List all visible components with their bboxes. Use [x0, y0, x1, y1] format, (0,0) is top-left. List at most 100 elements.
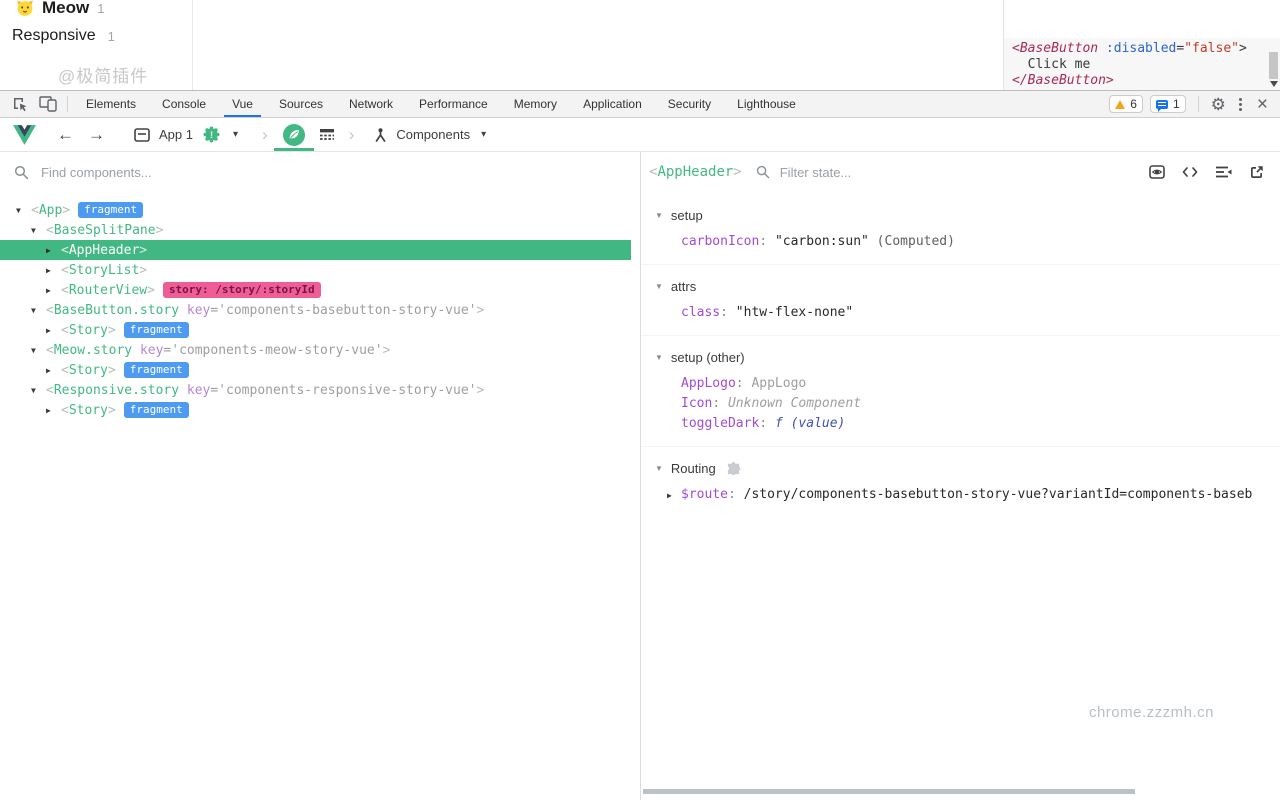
state-field[interactable]: class: "htw-flex-none": [667, 303, 1280, 323]
section-label: setup (other): [671, 350, 745, 365]
section-header[interactable]: ▼ setup (other): [641, 346, 1280, 368]
more-menu-icon[interactable]: [1233, 98, 1248, 111]
meow-label: Meow: [42, 0, 89, 18]
pink-badge: story: /story/:storyId: [163, 282, 321, 298]
space: [132, 343, 140, 358]
app-selector-label[interactable]: App 1: [159, 127, 193, 142]
devtools-tab-network[interactable]: Network: [336, 91, 406, 117]
tree-row[interactable]: ▶<AppHeader>: [0, 240, 631, 260]
tree-row[interactable]: ▼<App>fragment: [0, 200, 631, 220]
sidebar-item-responsive[interactable]: Responsive 1: [12, 27, 115, 45]
code-scrollbar-thumb[interactable]: [1269, 52, 1278, 79]
issues-badge[interactable]: 1: [1150, 95, 1186, 113]
close-bracket: >: [147, 283, 155, 298]
find-components-input[interactable]: [39, 164, 463, 181]
component-tag: RouterView: [69, 283, 147, 298]
tree-row[interactable]: ▼<BaseButton.story key='components-baseb…: [0, 300, 631, 320]
state-field[interactable]: toggleDark: f (value): [667, 414, 1280, 434]
app-frame-icon[interactable]: [134, 128, 150, 142]
devtools-tab-vue[interactable]: Vue: [219, 91, 266, 117]
component-tree-panel: ▼<App>fragment▼<BaseSplitPane>▶<AppHeade…: [0, 152, 640, 800]
section-header[interactable]: ▼Routing: [641, 457, 1280, 479]
devtools-tab-sources[interactable]: Sources: [266, 91, 336, 117]
devtools-tab-elements[interactable]: Elements: [73, 91, 149, 117]
sidebar-item-meow[interactable]: Meow 1: [16, 0, 104, 18]
expanded-arrow-icon: ▼: [655, 353, 663, 362]
page-watermark: @极简插件: [58, 62, 148, 87]
page-divider: [192, 0, 193, 90]
vue-logo: [13, 125, 36, 145]
state-field[interactable]: AppLogo: AppLogo: [667, 374, 1280, 394]
devtools-tab-application[interactable]: Application: [570, 91, 655, 117]
open-bracket: <: [61, 323, 69, 338]
field-key: AppLogo: [681, 376, 736, 391]
field-key: toggleDark: [681, 416, 759, 431]
inspect-dom-icon[interactable]: [1182, 165, 1198, 179]
component-tag: App: [39, 203, 62, 218]
components-inspector-tab[interactable]: [274, 118, 314, 151]
field-colon: :: [736, 376, 752, 391]
search-icon: [14, 165, 29, 180]
back-arrow-icon[interactable]: ←: [57, 126, 74, 143]
devtools-tab-console[interactable]: Console: [149, 91, 219, 117]
inspector-dropdown-caret-icon[interactable]: ▾: [481, 129, 486, 140]
expanded-arrow-icon: ▼: [31, 386, 46, 395]
devtools-tab-performance[interactable]: Performance: [406, 91, 501, 117]
tree-row[interactable]: ▼<BaseSplitPane>: [0, 220, 631, 240]
component-tag: Story: [69, 403, 108, 418]
field-value: "carbon:sun": [775, 234, 869, 249]
component-tag: BaseSplitPane: [54, 223, 156, 238]
settings-gear-icon[interactable]: ⚙: [1211, 96, 1226, 113]
code-scroll-down-icon[interactable]: [1270, 81, 1278, 87]
devtools-tab-security[interactable]: Security: [655, 91, 724, 117]
expanded-arrow-icon: ▼: [655, 282, 663, 291]
timeline-icon[interactable]: [319, 128, 335, 141]
field-key: Icon: [681, 396, 712, 411]
tree-row[interactable]: ▼<Meow.story key='components-meow-story-…: [0, 340, 631, 360]
devtools-tab-memory[interactable]: Memory: [501, 91, 570, 117]
open-bracket: <: [46, 223, 54, 238]
close-icon[interactable]: ×: [1255, 95, 1270, 114]
inspect-element-icon[interactable]: [6, 92, 34, 116]
attr-value: 'components-meow-story-vue': [171, 343, 382, 358]
horizontal-scrollbar-thumb[interactable]: [643, 789, 1135, 794]
state-field[interactable]: ▶$route: /story/components-basebutton-st…: [667, 485, 1280, 505]
tree-row[interactable]: ▶<Story>fragment: [0, 320, 631, 340]
section-header[interactable]: ▼setup: [641, 204, 1280, 226]
state-field[interactable]: Icon: Unknown Component: [667, 394, 1280, 414]
section-header[interactable]: ▼attrs: [641, 275, 1280, 297]
close-bracket: >: [476, 383, 484, 398]
scroll-to-component-icon[interactable]: [1149, 165, 1165, 179]
selected-component-title: <AppHeader>: [649, 164, 742, 180]
story-source-panel: <BaseButton :disabled="false"> Click me …: [1003, 0, 1280, 90]
field-list: class: "htw-flex-none": [641, 297, 1280, 323]
device-toolbar-icon[interactable]: [34, 92, 62, 116]
tree-row[interactable]: ▶<Story>fragment: [0, 400, 631, 420]
attr-equals: =: [163, 343, 171, 358]
collapsed-arrow-icon: ▶: [46, 266, 61, 275]
inspector-selector-label[interactable]: Components: [396, 127, 470, 142]
expanded-arrow-icon: ▼: [31, 226, 46, 235]
devtools-tab-lighthouse[interactable]: Lighthouse: [724, 91, 809, 117]
close-bracket: >: [62, 203, 70, 218]
filter-state-input[interactable]: [778, 164, 1082, 181]
tree-row[interactable]: ▶<StoryList>: [0, 260, 631, 280]
forward-arrow-icon[interactable]: →: [88, 126, 105, 143]
tree-row[interactable]: ▶<Story>fragment: [0, 360, 631, 380]
expanded-arrow-icon: ▼: [16, 206, 31, 215]
collapse-list-icon[interactable]: [1215, 165, 1232, 179]
warnings-badge[interactable]: 6: [1109, 95, 1143, 113]
attr-value: 'components-responsive-story-vue': [218, 383, 476, 398]
app-dropdown-caret-icon[interactable]: ▾: [233, 129, 238, 140]
code-line-2: Click me: [1012, 57, 1090, 72]
devtools-toolbar-right: 6 1 ⚙ ×: [1109, 95, 1280, 114]
state-field[interactable]: carbonIcon: "carbon:sun" (Computed): [667, 232, 1280, 252]
tree-row[interactable]: ▼<Responsive.story key='components-respo…: [0, 380, 631, 400]
devtools-toolbar: ElementsConsoleVueSourcesNetworkPerforma…: [0, 91, 1280, 118]
state-sections: ▼setup carbonIcon: "carbon:sun" (Computed…: [641, 192, 1280, 517]
field-colon: :: [712, 396, 728, 411]
tree-row[interactable]: ▶<RouterView>story: /story/:storyId: [0, 280, 631, 300]
open-in-editor-icon[interactable]: [1249, 165, 1264, 180]
field-colon: :: [720, 305, 736, 320]
component-tag: Story: [69, 363, 108, 378]
